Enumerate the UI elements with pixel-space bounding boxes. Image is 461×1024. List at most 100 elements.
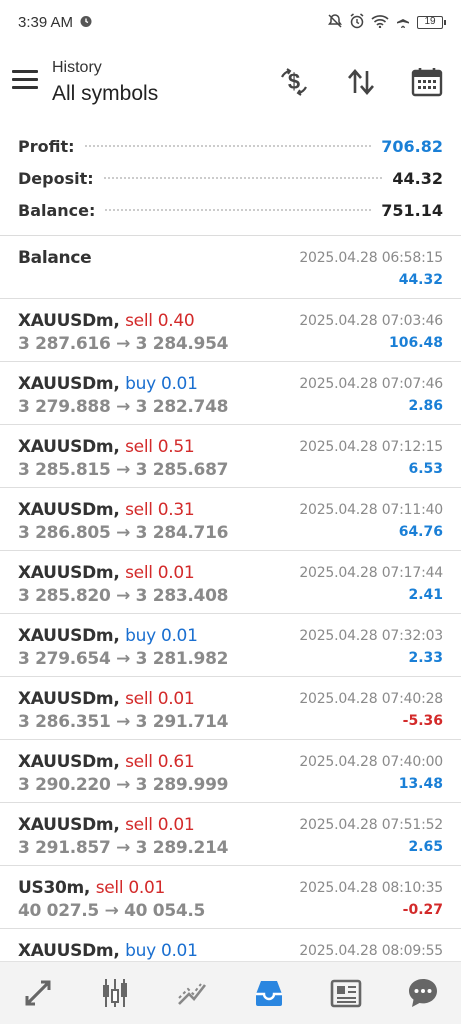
nav-chat[interactable] [401,971,445,1015]
deal-symbol: XAUUSDm, [18,437,120,457]
nav-history[interactable] [247,971,291,1015]
deal-time: 2025.04.28 07:32:03 [299,628,443,644]
dotted-leader [84,145,372,147]
header-title[interactable]: All symbols [52,82,158,106]
list-item-deal[interactable]: XAUUSDm, sell 0.01 3 285.820 → 3 283.408 2… [0,551,461,614]
calendar-button[interactable] [407,62,447,102]
symbol-filter-button[interactable]: $ [274,62,314,102]
deal-type: sell 0.01 [125,815,195,835]
deal-time: 2025.04.28 07:40:00 [299,754,443,770]
deal-prices: 3 287.616 → 3 284.954 [18,334,229,354]
mute-icon [327,13,343,32]
deal-type: buy 0.01 [125,941,198,961]
deal-title: XAUUSDm, sell 0.31 [18,500,195,520]
list-item-deal[interactable]: XAUUSDm, buy 0.01 3 279.888 → 3 282.748 20… [0,362,461,425]
deal-prices: 40 027.5 → 40 054.5 [18,901,206,921]
summary-value: 751.14 [381,200,443,220]
deal-profit: 2.41 [408,587,443,603]
deal-prices: 3 285.815 → 3 285.687 [18,460,229,480]
calendar-icon [411,68,443,97]
list-item-deal[interactable]: US30m, sell 0.01 40 027.5 → 40 054.5 2025.… [0,866,461,929]
summary-row-deposit: Deposit: 44.32 [0,162,461,194]
summary-label: Balance: [18,200,96,220]
nav-quotes[interactable] [16,971,60,1015]
list-item-deal[interactable]: XAUUSDm, sell 0.51 3 285.815 → 3 285.687 2… [0,425,461,488]
nav-chart[interactable] [93,971,137,1015]
deal-type: sell 0.01 [125,689,195,709]
nav-news[interactable] [324,971,368,1015]
deal-symbol: XAUUSDm, [18,689,120,709]
deal-profit: 13.48 [398,776,443,792]
airplane-icon [395,13,411,32]
deal-prices: 3 286.805 → 3 284.716 [18,523,229,543]
list-item-balance[interactable]: Balance 2025.04.28 06:58:15 44.32 [0,236,461,299]
menu-button[interactable] [12,70,38,92]
deal-profit: 2.65 [408,839,443,855]
deal-title: XAUUSDm, buy 0.01 [18,374,198,394]
chart-icon [103,979,128,1007]
deal-type: sell 0.01 [125,563,195,583]
deal-time: 2025.04.28 07:17:44 [299,565,443,581]
deal-type: sell 0.01 [95,878,166,898]
deal-time: 2025.04.28 08:09:55 [299,943,443,959]
deal-time: 2025.04.28 07:11:40 [299,502,443,518]
nav-trade[interactable] [170,971,214,1015]
deal-title: XAUUSDm, buy 0.01 [18,941,198,961]
wifi-icon [371,14,389,31]
sort-button[interactable] [341,62,381,102]
deal-prices: 3 279.888 → 3 282.748 [18,397,229,417]
deal-title: US30m, sell 0.01 [18,878,165,898]
deal-profit: 2.86 [408,398,443,414]
battery-icon: 19 [417,15,446,29]
summary-label: Deposit: [18,168,94,188]
bottom-navigation [0,961,461,1024]
deal-time: 2025.04.28 08:10:35 [299,880,443,896]
list-item-deal[interactable]: XAUUSDm, sell 0.01 3 286.351 → 3 291.714 2… [0,677,461,740]
deal-title: XAUUSDm, sell 0.01 [18,563,195,583]
deal-symbol: XAUUSDm, [18,752,120,772]
history-list[interactable]: Balance 2025.04.28 06:58:15 44.32 XAUUSD… [0,236,461,992]
deal-profit: 6.53 [408,461,443,477]
alarm-icon [79,14,93,31]
deal-prices: 3 286.351 → 3 291.714 [18,712,229,732]
deal-symbol: XAUUSDm, [18,374,120,394]
list-item-deal[interactable]: XAUUSDm, sell 0.61 3 290.220 → 3 289.999 2… [0,740,461,803]
deal-title: XAUUSDm, sell 0.01 [18,815,195,835]
deal-type: sell 0.40 [125,311,195,331]
deal-profit: -0.27 [402,902,443,918]
deal-time: 2025.04.28 07:07:46 [299,376,443,392]
sort-arrows-icon [348,69,374,95]
list-item-deal[interactable]: XAUUSDm, sell 0.40 3 287.616 → 3 284.954 2… [0,299,461,362]
deal-type: sell 0.51 [125,437,195,457]
deal-time: 2025.04.28 06:58:15 [299,250,443,266]
alarm-clock-icon [349,12,365,32]
list-item-deal[interactable]: XAUUSDm, sell 0.31 3 286.805 → 3 284.716 2… [0,488,461,551]
deal-title: XAUUSDm, sell 0.61 [18,752,195,772]
deal-symbol: XAUUSDm, [18,500,120,520]
status-time: 3:39 AM [18,13,74,31]
summary-label: Profit: [18,136,75,156]
deal-time: 2025.04.28 07:51:52 [299,817,443,833]
list-item-deal[interactable]: XAUUSDm, buy 0.01 3 279.654 → 3 281.982 20… [0,614,461,677]
app-header: History All symbols $ [0,50,461,120]
status-bar: 3:39 AM 19 [0,0,461,44]
dotted-leader [105,209,372,211]
deal-symbol: XAUUSDm, [18,563,120,583]
deal-title: XAUUSDm, sell 0.40 [18,311,195,331]
quotes-icon [25,980,51,1006]
deal-type: sell 0.31 [125,500,195,520]
deal-type: buy 0.01 [125,374,198,394]
deal-type: buy 0.01 [125,626,198,646]
balance-label: Balance [18,248,92,268]
deal-symbol: XAUUSDm, [18,311,120,331]
deal-title: XAUUSDm, buy 0.01 [18,626,198,646]
deal-symbol: XAUUSDm, [18,941,120,961]
summary-value: 44.32 [392,168,443,188]
list-item-deal[interactable]: XAUUSDm, sell 0.01 3 291.857 → 3 289.214 2… [0,803,461,866]
deal-title: XAUUSDm, sell 0.01 [18,689,195,709]
deal-prices: 3 285.820 → 3 283.408 [18,586,229,606]
header-subtitle: History [52,59,102,76]
deal-profit: 2.33 [408,650,443,666]
deal-prices: 3 279.654 → 3 281.982 [18,649,229,669]
deal-symbol: XAUUSDm, [18,815,120,835]
